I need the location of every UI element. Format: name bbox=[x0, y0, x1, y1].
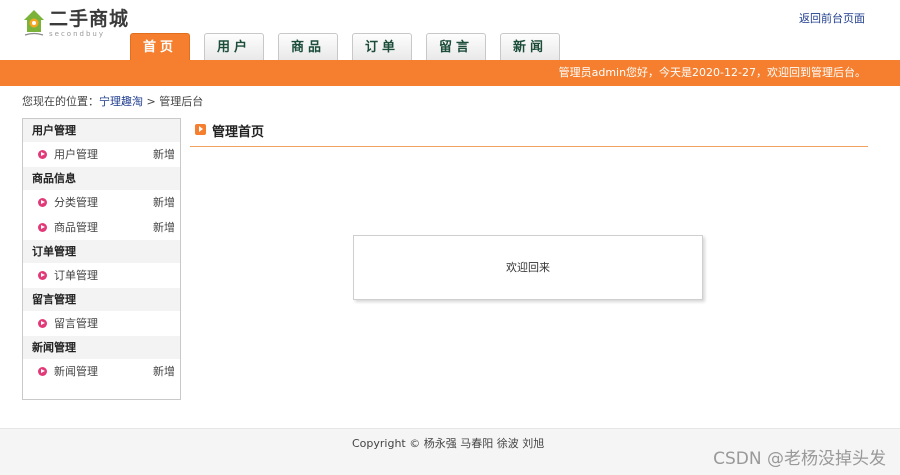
page-title: 管理首页 bbox=[212, 125, 265, 140]
tab-news[interactable]: 新闻 bbox=[500, 33, 560, 60]
admin-greeting: 管理员admin您好，今天是2020-12-27，欢迎回到管理后台。 bbox=[558, 66, 866, 79]
footer: Copyright © 杨永强 马春阳 徐波 刘旭 CSDN @老杨没掉头发 bbox=[0, 428, 900, 475]
house-leaf-logo-icon bbox=[22, 8, 46, 38]
site-logo[interactable]: 二手商城 secondbuy bbox=[22, 8, 129, 42]
breadcrumb-current: 管理后台 bbox=[159, 95, 204, 108]
tab-home[interactable]: 首页 bbox=[130, 33, 190, 61]
arrow-box-icon bbox=[195, 124, 206, 135]
sidebar-item-order-management[interactable]: 订单管理 bbox=[23, 263, 180, 288]
sidebar-item-message-management[interactable]: 留言管理 bbox=[23, 311, 180, 336]
welcome-text: 欢迎回来 bbox=[506, 261, 550, 274]
add-news-link[interactable]: 新增 bbox=[153, 359, 175, 384]
copyright-text: Copyright © 杨永强 马春阳 徐波 刘旭 bbox=[352, 437, 545, 450]
main-header: 管理首页 bbox=[190, 118, 868, 147]
logo-title: 二手商城 bbox=[49, 8, 130, 30]
sidebar-item-label: 商品管理 bbox=[54, 221, 98, 234]
sidebar-item-label: 用户管理 bbox=[54, 148, 98, 161]
tab-users[interactable]: 用户 bbox=[204, 33, 264, 60]
csdn-watermark: CSDN @老杨没掉头发 bbox=[713, 449, 886, 469]
sidebar-item-user-management[interactable]: 用户管理 新增 bbox=[23, 142, 180, 167]
sidebar-item-label: 订单管理 bbox=[54, 269, 98, 282]
sidebar-item-news-management[interactable]: 新闻管理 新增 bbox=[23, 359, 180, 384]
arrow-bullet-icon bbox=[38, 150, 47, 159]
sidebar-item-label: 留言管理 bbox=[54, 317, 98, 330]
add-category-link[interactable]: 新增 bbox=[153, 190, 175, 215]
tab-messages[interactable]: 留言 bbox=[426, 33, 486, 60]
sidebar-item-label: 分类管理 bbox=[54, 196, 98, 209]
tab-products[interactable]: 商品 bbox=[278, 33, 338, 60]
sidebar-item-label: 新闻管理 bbox=[54, 365, 98, 378]
arrow-bullet-icon bbox=[38, 319, 47, 328]
add-product-link[interactable]: 新增 bbox=[153, 215, 175, 240]
sidebar-item-product-management[interactable]: 商品管理 新增 bbox=[23, 215, 180, 240]
sidebar-group-products: 商品信息 bbox=[23, 167, 180, 190]
arrow-bullet-icon bbox=[38, 198, 47, 207]
arrow-bullet-icon bbox=[38, 271, 47, 280]
back-to-frontend-link[interactable]: 返回前台页面 bbox=[799, 10, 865, 26]
header-bar: 管理员admin您好，今天是2020-12-27，欢迎回到管理后台。 bbox=[0, 60, 900, 86]
tab-orders[interactable]: 订单 bbox=[352, 33, 412, 60]
breadcrumb-home-link[interactable]: 宁理趣淘 bbox=[99, 95, 143, 108]
sidebar: 用户管理 用户管理 新增 商品信息 分类管理 新增 商品管理 新增 订单管理 订… bbox=[22, 118, 181, 400]
sidebar-group-news: 新闻管理 bbox=[23, 336, 180, 359]
arrow-bullet-icon bbox=[38, 367, 47, 376]
welcome-panel: 欢迎回来 bbox=[353, 235, 703, 300]
sidebar-group-messages: 留言管理 bbox=[23, 288, 180, 311]
add-user-link[interactable]: 新增 bbox=[153, 142, 175, 167]
main-nav: 首页 用户 商品 订单 留言 新闻 bbox=[130, 33, 574, 61]
sidebar-group-orders: 订单管理 bbox=[23, 240, 180, 263]
sidebar-group-users: 用户管理 bbox=[23, 119, 180, 142]
sidebar-item-category-management[interactable]: 分类管理 新增 bbox=[23, 190, 180, 215]
admin-page: 二手商城 secondbuy 返回前台页面 首页 用户 商品 订单 留言 新闻 … bbox=[0, 0, 900, 475]
breadcrumb: 您现在的位置：宁理趣淘 > 管理后台 bbox=[22, 93, 203, 109]
breadcrumb-prefix: 您现在的位置： bbox=[22, 95, 99, 108]
arrow-bullet-icon bbox=[38, 223, 47, 232]
breadcrumb-separator: > bbox=[143, 95, 160, 108]
logo-subtitle: secondbuy bbox=[49, 30, 105, 38]
